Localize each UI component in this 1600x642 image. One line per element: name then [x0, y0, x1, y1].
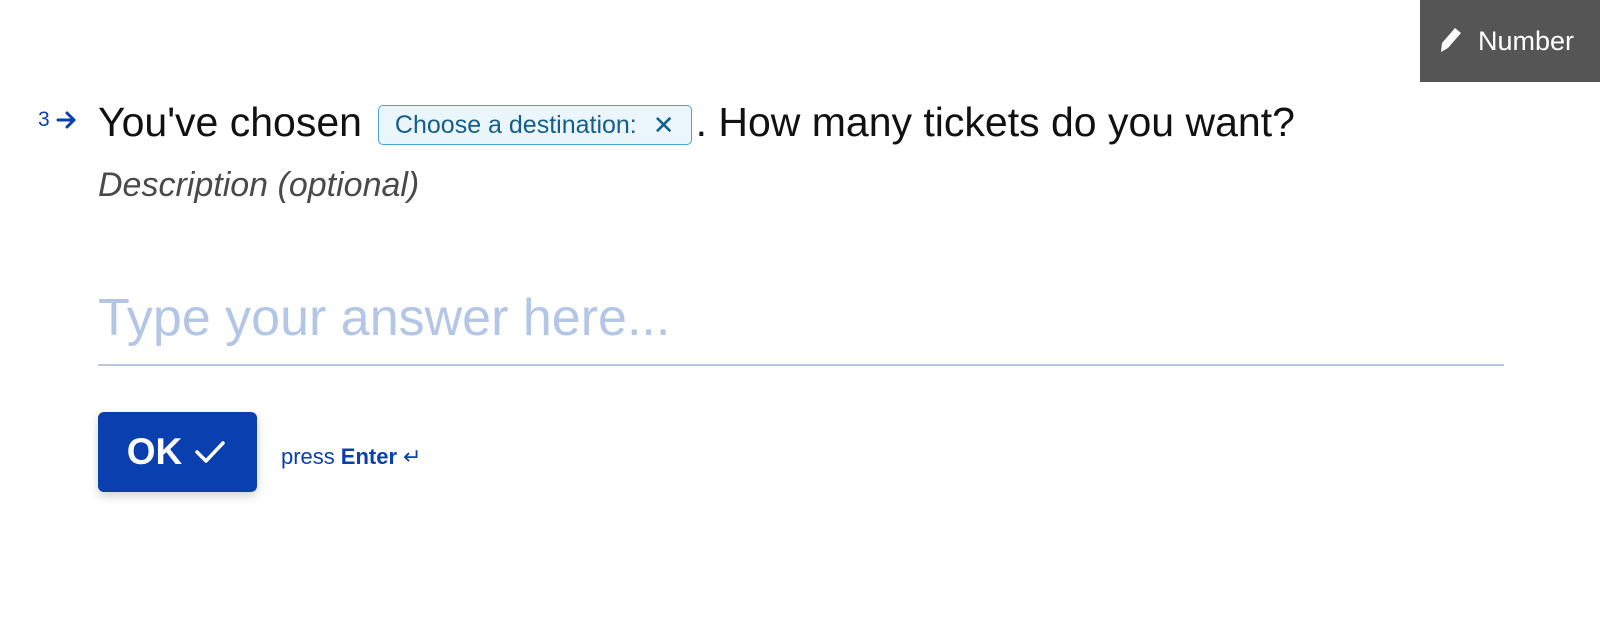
- recall-chip[interactable]: Choose a destination: ✕: [377, 105, 692, 145]
- question-type-badge[interactable]: Number: [1420, 0, 1600, 82]
- answer-input[interactable]: [98, 282, 1504, 366]
- arrow-right-icon: [56, 110, 78, 130]
- close-icon[interactable]: ✕: [653, 112, 675, 138]
- check-icon: [194, 438, 228, 466]
- question-description[interactable]: Description (optional): [98, 166, 1498, 205]
- ok-button-label: OK: [126, 431, 183, 472]
- submit-row: OK press Enter ↵: [98, 412, 421, 492]
- ok-button[interactable]: OK: [98, 412, 257, 492]
- question-title: You've chosen Choose a destination: ✕ . …: [98, 96, 1498, 148]
- keyboard-hint: press Enter ↵: [281, 444, 421, 470]
- question-text-before: You've chosen: [98, 99, 362, 145]
- hint-key: Enter: [340, 444, 398, 469]
- question-type-label: Number: [1477, 25, 1575, 56]
- recall-chip-label: Choose a destination:: [394, 111, 637, 139]
- pencil-icon: [1438, 26, 1464, 56]
- enter-key-icon: ↵: [403, 444, 422, 469]
- hint-prefix: press: [281, 444, 335, 469]
- question-text-after: . How many tickets do you want?: [695, 99, 1295, 145]
- question-block: You've chosen Choose a destination: ✕ . …: [98, 96, 1498, 205]
- question-number-value: 3: [38, 108, 50, 131]
- question-number: 3: [38, 108, 78, 132]
- answer-field-wrapper: [98, 282, 1504, 366]
